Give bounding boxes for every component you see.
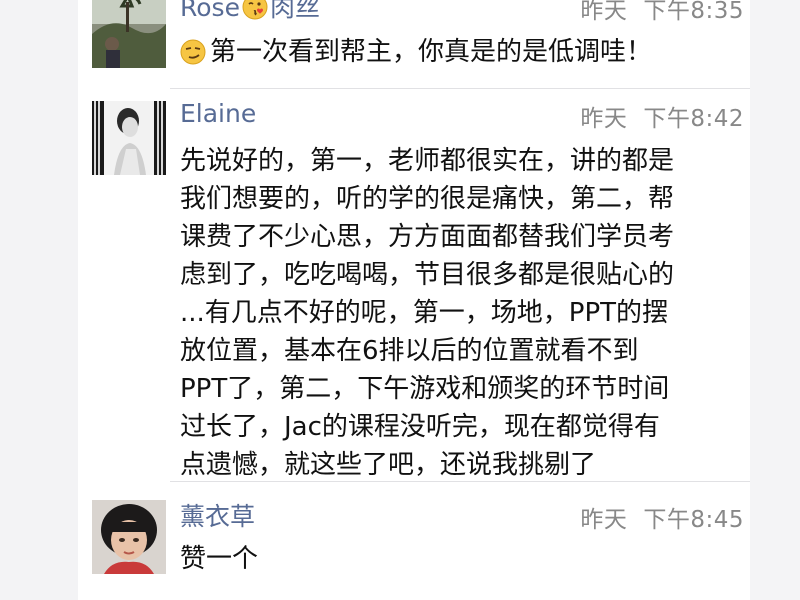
comment-text-line: 先说好的，第一，老师都很实在，讲的都是 (180, 146, 675, 176)
comment-text: 第一次看到帮主，你真是的是低调哇！ (180, 33, 652, 76)
right-margin (750, 0, 800, 600)
commenter-name[interactable]: 薰衣草 (180, 502, 255, 532)
comment-text-line: 课费了不少心思，方方面面都替我们学员考 (180, 222, 675, 252)
comment-text-line: 虑到了，吃吃喝喝，节目很多都是很贴心的 (180, 260, 675, 290)
avatar[interactable] (92, 0, 166, 68)
avatar-rose-image (92, 0, 166, 68)
comment-text-body: 第一次看到帮主，你真是的是低调哇！ (210, 37, 653, 67)
comment-text-line: 我们想要的，听的学的很是痛快，第二，帮 (180, 184, 675, 214)
comment-text-line: 点遗憾，就这些了吧，还说我挑剔了 (180, 450, 597, 480)
kissing-heart-emoji-icon (242, 0, 268, 27)
commenter-name-suffix: 肉丝 (269, 0, 320, 22)
avatar[interactable] (92, 500, 166, 574)
left-margin (0, 0, 78, 600)
avatar-lavender-image (92, 500, 166, 574)
commenter-name-text: 薰衣草 (180, 502, 256, 531)
comment-item-lavender: 薰衣草 昨天 下午8:45 赞一个 (78, 482, 750, 600)
comment-text: 先说好的，第一，老师都很实在，讲的都是 我们想要的，听的学的很是痛快，第二，帮 … (180, 142, 674, 484)
comment-item-elaine: Elaine 昨天 下午8:42 先说好的，第一，老师都很实在，讲的都是 我们想要… (78, 89, 750, 481)
comment-item-rose: Rose 肉丝 昨天 下午8:35 第一次看到帮主，你真是的是低调哇！ (78, 0, 750, 88)
comment-text: 赞一个 (180, 540, 258, 578)
smirk-emoji-icon (180, 38, 206, 76)
commenter-name[interactable]: Elaine (180, 99, 256, 129)
commenter-name[interactable]: Rose 肉丝 (180, 0, 320, 27)
commenter-name-text: Rose (180, 0, 240, 22)
comment-text-line: ...有几点不好的呢，第一，场地，PPT的摆 (180, 298, 669, 328)
comment-text-line: 放位置，基本在6排以后的位置就看不到 (180, 336, 639, 366)
avatar-elaine-image (92, 101, 166, 175)
comment-text-body: 赞一个 (180, 544, 259, 574)
comment-text-line: PPT了，第二，下午游戏和颁奖的环节时间 (180, 374, 670, 404)
comment-timestamp: 昨天 下午8:45 (580, 507, 744, 533)
commenter-name-text: Elaine (180, 99, 257, 128)
avatar[interactable] (92, 101, 166, 175)
comment-timestamp: 昨天 下午8:42 (580, 106, 744, 132)
comment-text-line: 过长了，Jac的课程没听完，现在都觉得有 (180, 412, 660, 442)
comment-timestamp: 昨天 下午8:35 (580, 0, 744, 24)
